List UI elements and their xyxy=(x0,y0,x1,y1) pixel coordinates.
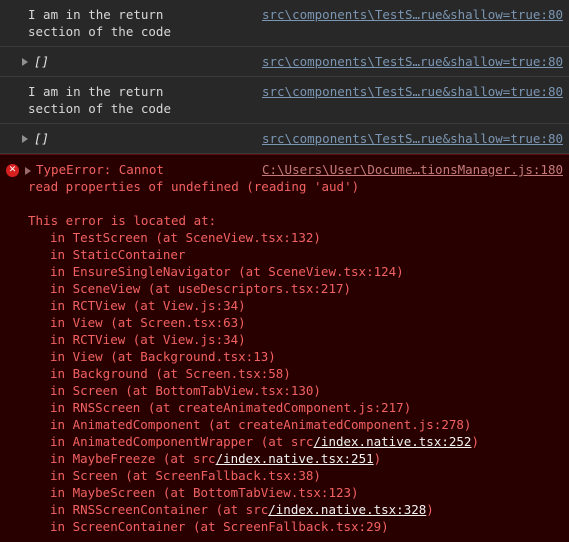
console-stack-line: in RNSScreen (at createAnimatedComponent… xyxy=(0,399,565,416)
stack-line-text: in SceneView (at useDescriptors.tsx:217) xyxy=(50,281,352,296)
stack-line-text: in EnsureSingleNavigator (at SceneView.t… xyxy=(50,264,404,279)
console-log-text: [] xyxy=(34,131,50,146)
console-stack-line: in AnimatedComponent (at createAnimatedC… xyxy=(0,416,565,433)
stack-line-prefix: in MaybeFreeze (at src xyxy=(50,451,216,466)
stack-line-text: in MaybeScreen (at BottomTabView.tsx:123… xyxy=(50,485,359,500)
console-log-message-cell: I am in the return section of the code xyxy=(0,83,171,117)
stack-line-text: in ScreenContainer (at ScreenFallback.ts… xyxy=(50,519,389,534)
console-log-list: I am in the return section of the code sr… xyxy=(0,0,569,154)
stack-line-suffix: ) xyxy=(471,434,479,449)
console-stack-line: in SceneView (at useDescriptors.tsx:217) xyxy=(0,280,565,297)
console-stack-line: in StaticContainer xyxy=(0,246,565,263)
console-stack-line: in MaybeFreeze (at src/index.native.tsx:… xyxy=(0,450,565,467)
console-log-message-cell: [] xyxy=(0,130,49,147)
stack-line-file-link[interactable]: /index.native.tsx:251 xyxy=(216,451,374,466)
console-stack-line: in RCTView (at View.js:34) xyxy=(0,331,565,348)
chevron-right-icon[interactable] xyxy=(22,58,28,66)
console-log-message-cell: I am in the return section of the code xyxy=(0,6,171,40)
console-error-header[interactable]: ✕ TypeError: Cannot C:\Users\User\Docume… xyxy=(0,161,565,178)
console-stack-line: in RNSScreenContainer (at src/index.nati… xyxy=(0,501,565,518)
console-log-text: I am in the return section of the code xyxy=(28,84,171,116)
stack-line-text: in Background (at Screen.tsx:58) xyxy=(50,366,291,381)
chevron-right-icon[interactable] xyxy=(25,167,31,175)
stack-line-file-link[interactable]: /index.native.tsx:252 xyxy=(313,434,471,449)
console-log-row[interactable]: I am in the return section of the code sr… xyxy=(0,77,569,124)
console-error-header-left: ✕ TypeError: Cannot xyxy=(0,161,164,178)
console-error-located-label: This error is located at: xyxy=(28,213,217,228)
console-error-stack: in TestScreen (at SceneView.tsx:132) in S… xyxy=(0,229,565,535)
error-circle-x-icon: ✕ xyxy=(6,164,19,177)
console-log-text: I am in the return section of the code xyxy=(28,7,171,39)
stack-line-prefix: in AnimatedComponentWrapper (at src xyxy=(50,434,314,449)
stack-line-text: in TestScreen (at SceneView.tsx:132) xyxy=(50,230,321,245)
console-stack-line: in MaybeScreen (at BottomTabView.tsx:123… xyxy=(0,484,565,501)
stack-line-text: in Screen (at ScreenFallback.tsx:38) xyxy=(50,468,321,483)
stack-line-text: in View (at Background.tsx:13) xyxy=(50,349,276,364)
stack-line-text: in StaticContainer xyxy=(50,247,186,262)
stack-line-text: in RNSScreen (at createAnimatedComponent… xyxy=(50,400,412,415)
console-stack-line: in Screen (at ScreenFallback.tsx:38) xyxy=(0,467,565,484)
console-log-source-link[interactable]: src\components\TestS…rue&shallow=true:80 xyxy=(262,6,565,23)
console-log-source-link[interactable]: src\components\TestS…rue&shallow=true:80 xyxy=(262,83,565,100)
console-stack-line: in ScreenContainer (at ScreenFallback.ts… xyxy=(0,518,565,535)
console-log-row[interactable]: [] src\components\TestS…rue&shallow=true:… xyxy=(0,124,569,154)
console-log-row[interactable]: I am in the return section of the code sr… xyxy=(0,0,569,47)
chevron-right-icon[interactable] xyxy=(22,135,28,143)
console-stack-line: in View (at Screen.tsx:63) xyxy=(0,314,565,331)
console-log-source-link[interactable]: src\components\TestS…rue&shallow=true:80 xyxy=(262,130,565,147)
console-stack-line: in RCTView (at View.js:34) xyxy=(0,297,565,314)
console-stack-line: in View (at Background.tsx:13) xyxy=(0,348,565,365)
console-log-row[interactable]: [] src\components\TestS…rue&shallow=true:… xyxy=(0,47,569,77)
console-error-title: TypeError: Cannot xyxy=(36,162,164,177)
stack-line-suffix: ) xyxy=(373,451,382,466)
stack-line-text: in Screen (at BottomTabView.tsx:130) xyxy=(50,383,321,398)
console-error-group[interactable]: ✕ TypeError: Cannot C:\Users\User\Docume… xyxy=(0,154,569,542)
stack-line-text: in RCTView (at View.js:34) xyxy=(50,332,246,347)
console-stack-line: in TestScreen (at SceneView.tsx:132) xyxy=(0,229,565,246)
console-error-source-link[interactable]: C:\Users\User\Docume…tionsManager.js:180 xyxy=(262,161,565,178)
stack-line-text: in AnimatedComponent (at createAnimatedC… xyxy=(50,417,472,432)
console-stack-line: in Screen (at BottomTabView.tsx:130) xyxy=(0,382,565,399)
console-error-message: read properties of undefined (reading 'a… xyxy=(28,179,360,194)
stack-line-prefix: in RNSScreenContainer (at src xyxy=(50,502,269,517)
stack-line-suffix: ) xyxy=(426,502,434,517)
console-log-text: [] xyxy=(34,54,50,69)
console-stack-line: in EnsureSingleNavigator (at SceneView.t… xyxy=(0,263,565,280)
console-log-source-link[interactable]: src\components\TestS…rue&shallow=true:80 xyxy=(262,53,565,70)
console-stack-line: in Background (at Screen.tsx:58) xyxy=(0,365,565,382)
console-log-message-cell: [] xyxy=(0,53,49,70)
console-stack-line: in AnimatedComponentWrapper (at src/inde… xyxy=(0,433,565,450)
stack-line-text: in RCTView (at View.js:34) xyxy=(50,298,246,313)
stack-line-text: in View (at Screen.tsx:63) xyxy=(50,315,246,330)
stack-line-file-link[interactable]: /index.native.tsx:328 xyxy=(268,502,426,517)
devtools-console-panel[interactable]: I am in the return section of the code sr… xyxy=(0,0,569,542)
